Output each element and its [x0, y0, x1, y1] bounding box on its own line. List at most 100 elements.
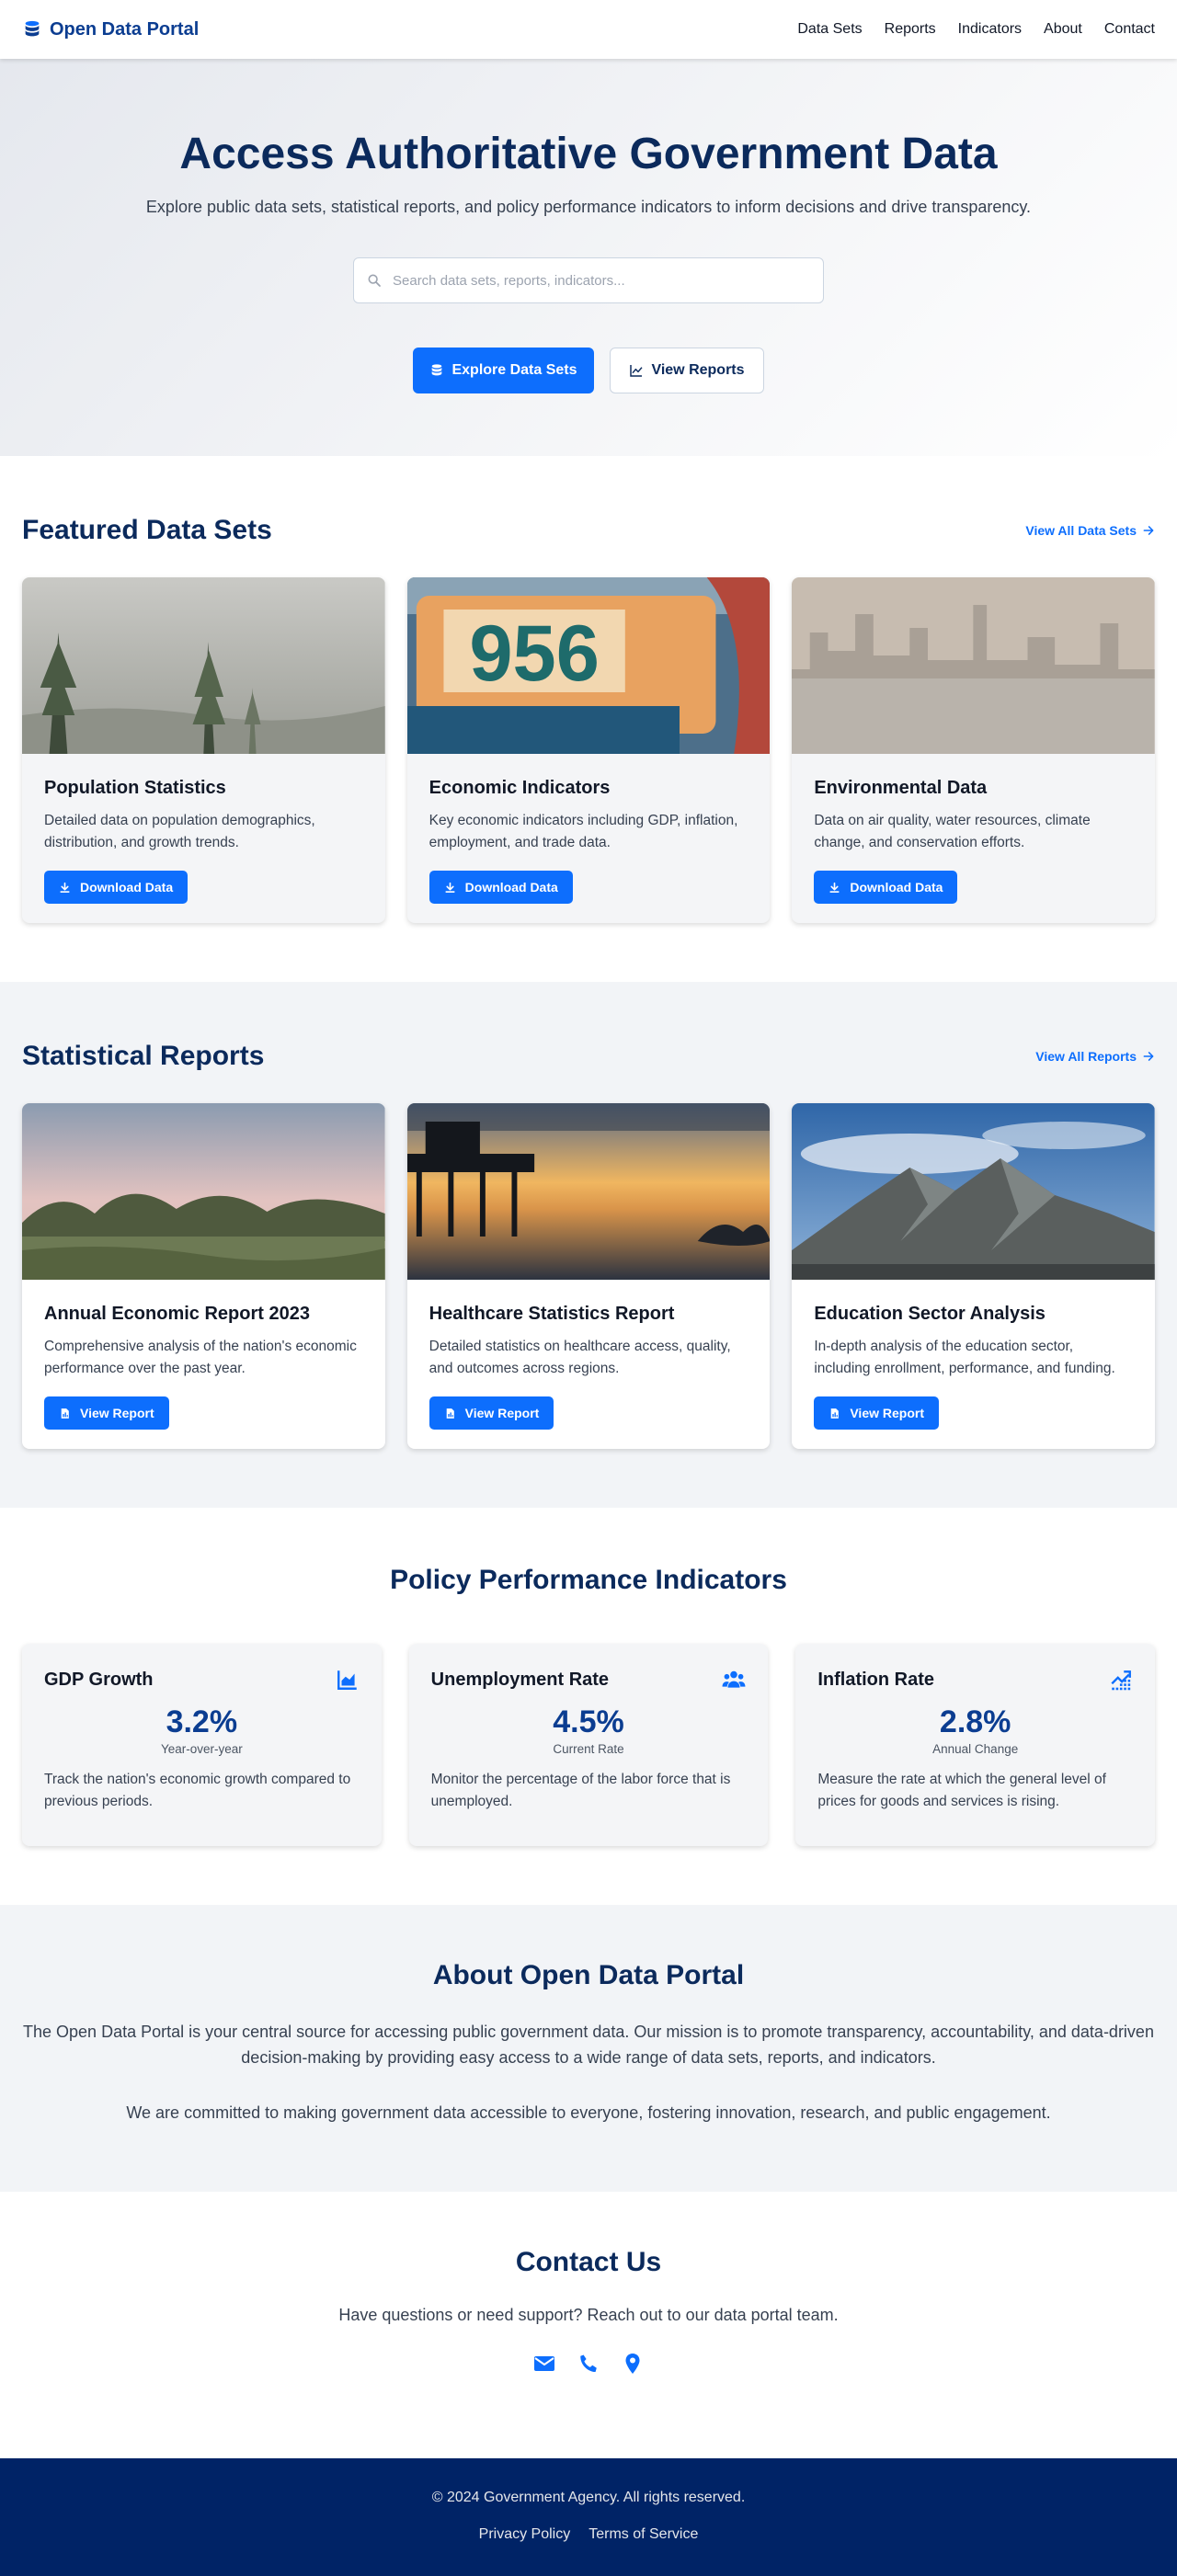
download-data-button[interactable]: Download Data [814, 871, 958, 904]
view-all-datasets-label: View All Data Sets [1025, 523, 1137, 538]
view-report-button[interactable]: View Report [44, 1396, 169, 1430]
nav-link-about[interactable]: About [1044, 21, 1082, 38]
dataset-card: 956 Economic Indicators Key economic ind… [406, 577, 771, 923]
indicator-title: GDP Growth [44, 1669, 154, 1690]
view-report-label: View Report [850, 1406, 924, 1420]
indicator-card: Unemployment Rate 4.5% Current Rate Moni… [408, 1644, 769, 1846]
nav-links: Data Sets Reports Indicators About Conta… [797, 21, 1155, 38]
search-box [353, 257, 824, 303]
copyright-text: © 2024 Government Agency. All rights res… [431, 2490, 746, 2505]
indicator-card: GDP Growth 3.2% Year-over-year Track the… [22, 1644, 382, 1846]
foggy-forest-image [22, 577, 385, 754]
dataset-description: Detailed data on population demographics… [44, 813, 315, 850]
download-data-label: Download Data [464, 880, 558, 895]
indicator-caption: Year-over-year [160, 1742, 243, 1756]
report-title: Education Sector Analysis [814, 1304, 1046, 1324]
license-plate-image: 956 [406, 577, 771, 754]
indicator-title: Inflation Rate [817, 1669, 935, 1690]
mountain-sky-image [792, 1103, 1156, 1280]
search-input[interactable] [393, 272, 810, 289]
view-all-reports-link[interactable]: View All Reports [1035, 1049, 1155, 1064]
download-data-label: Download Data [850, 880, 943, 895]
contact-icons [0, 2353, 1177, 2379]
report-title: Healthcare Statistics Report [429, 1304, 675, 1324]
hero-title: Access Authoritative Government Data [179, 130, 998, 178]
svg-text:956: 956 [469, 610, 600, 698]
download-icon [445, 882, 455, 893]
report-description: Detailed statistics on healthcare access… [429, 1339, 731, 1376]
database-icon [25, 20, 40, 37]
indicator-title: Unemployment Rate [430, 1669, 610, 1690]
arrow-right-icon [1143, 526, 1154, 535]
file-chart-icon [831, 1408, 840, 1419]
hazy-skyline-image [792, 577, 1156, 754]
policy-indicators-section: Policy Performance Indicators GDP Growth… [0, 1508, 1177, 1905]
map-pin-icon[interactable] [622, 2353, 644, 2379]
area-chart-icon [337, 1670, 357, 1690]
indicators-title: Policy Performance Indicators [390, 1565, 787, 1595]
statistical-reports-section: Statistical Reports View All Reports Ann… [0, 982, 1177, 1508]
report-description: Comprehensive analysis of the nation's e… [44, 1339, 357, 1376]
brand-name: Open Data Portal [50, 18, 200, 40]
indicator-value: 4.5% [553, 1704, 624, 1739]
download-data-button[interactable]: Download Data [429, 871, 573, 904]
dataset-description: Key economic indicators including GDP, i… [429, 813, 738, 850]
pier-sunset-image [406, 1103, 771, 1280]
dataset-title: Population Statistics [44, 778, 226, 798]
download-data-button[interactable]: Download Data [44, 871, 189, 904]
trend-up-icon [1111, 1670, 1131, 1691]
phone-icon[interactable] [577, 2353, 600, 2379]
nav-link-indicators[interactable]: Indicators [958, 21, 1022, 38]
contact-title: Contact Us [515, 2247, 662, 2277]
indicator-description: Track the nation's economic growth compa… [44, 1772, 351, 1809]
dataset-description: Data on air quality, water resources, cl… [814, 813, 1091, 850]
users-icon [722, 1670, 746, 1688]
view-report-button[interactable]: View Report [814, 1396, 939, 1430]
indicator-description: Monitor the percentage of the labor forc… [430, 1772, 731, 1809]
nav-link-contact[interactable]: Contact [1104, 21, 1155, 38]
indicator-card: Inflation Rate 2.8% Annual Change Measur… [795, 1644, 1156, 1846]
indicator-caption: Current Rate [553, 1742, 624, 1756]
view-all-datasets-link[interactable]: View All Data Sets [1025, 523, 1155, 538]
explore-data-sets-button[interactable]: Explore Data Sets [413, 348, 594, 393]
report-description: In-depth analysis of the education secto… [814, 1339, 1115, 1376]
indicator-description: Measure the rate at which the general le… [817, 1772, 1106, 1809]
privacy-policy-link[interactable]: Privacy Policy [479, 2526, 571, 2543]
reports-title: Statistical Reports [22, 1041, 265, 1071]
report-card: Education Sector Analysis In-depth analy… [792, 1103, 1156, 1449]
view-report-button[interactable]: View Report [429, 1396, 554, 1430]
about-paragraph: The Open Data Portal is your central sou… [23, 2023, 1154, 2067]
download-icon [829, 882, 840, 893]
dataset-title: Environmental Data [814, 778, 988, 798]
meadow-sunset-image [22, 1103, 385, 1280]
database-icon [432, 364, 442, 376]
datasets-title: Featured Data Sets [22, 515, 272, 545]
dataset-title: Economic Indicators [429, 778, 611, 798]
featured-datasets-section: Featured Data Sets View All Data Sets Po… [0, 456, 1177, 982]
line-chart-icon [630, 365, 644, 377]
envelope-icon[interactable] [533, 2353, 555, 2379]
indicator-value: 3.2% [166, 1704, 238, 1739]
explore-data-sets-label: Explore Data Sets [451, 362, 577, 378]
view-reports-button[interactable]: View Reports [610, 348, 764, 393]
indicator-caption: Annual Change [932, 1742, 1019, 1756]
nav-link-data-sets[interactable]: Data Sets [797, 21, 862, 38]
view-all-reports-label: View All Reports [1035, 1049, 1137, 1064]
brand-logo[interactable]: Open Data Portal [22, 19, 199, 40]
report-title: Annual Economic Report 2023 [44, 1304, 310, 1324]
dataset-card: Environmental Data Data on air quality, … [792, 577, 1156, 923]
view-report-label: View Report [80, 1406, 154, 1420]
top-navbar: Open Data Portal Data Sets Reports Indic… [0, 0, 1177, 59]
contact-section: Contact Us Have questions or need suppor… [0, 2192, 1177, 2458]
file-chart-icon [61, 1408, 69, 1419]
report-card: Healthcare Statistics Report Detailed st… [406, 1103, 771, 1449]
file-chart-icon [446, 1408, 454, 1419]
download-icon [60, 882, 70, 893]
contact-text: Have questions or need support? Reach ou… [338, 2306, 839, 2324]
terms-of-service-link[interactable]: Terms of Service [588, 2526, 698, 2543]
nav-link-reports[interactable]: Reports [885, 21, 936, 38]
arrow-right-icon [1143, 1052, 1154, 1061]
footer: © 2024 Government Agency. All rights res… [0, 2458, 1177, 2576]
about-section: About Open Data Portal The Open Data Por… [0, 1905, 1177, 2192]
about-title: About Open Data Portal [432, 1960, 745, 1990]
